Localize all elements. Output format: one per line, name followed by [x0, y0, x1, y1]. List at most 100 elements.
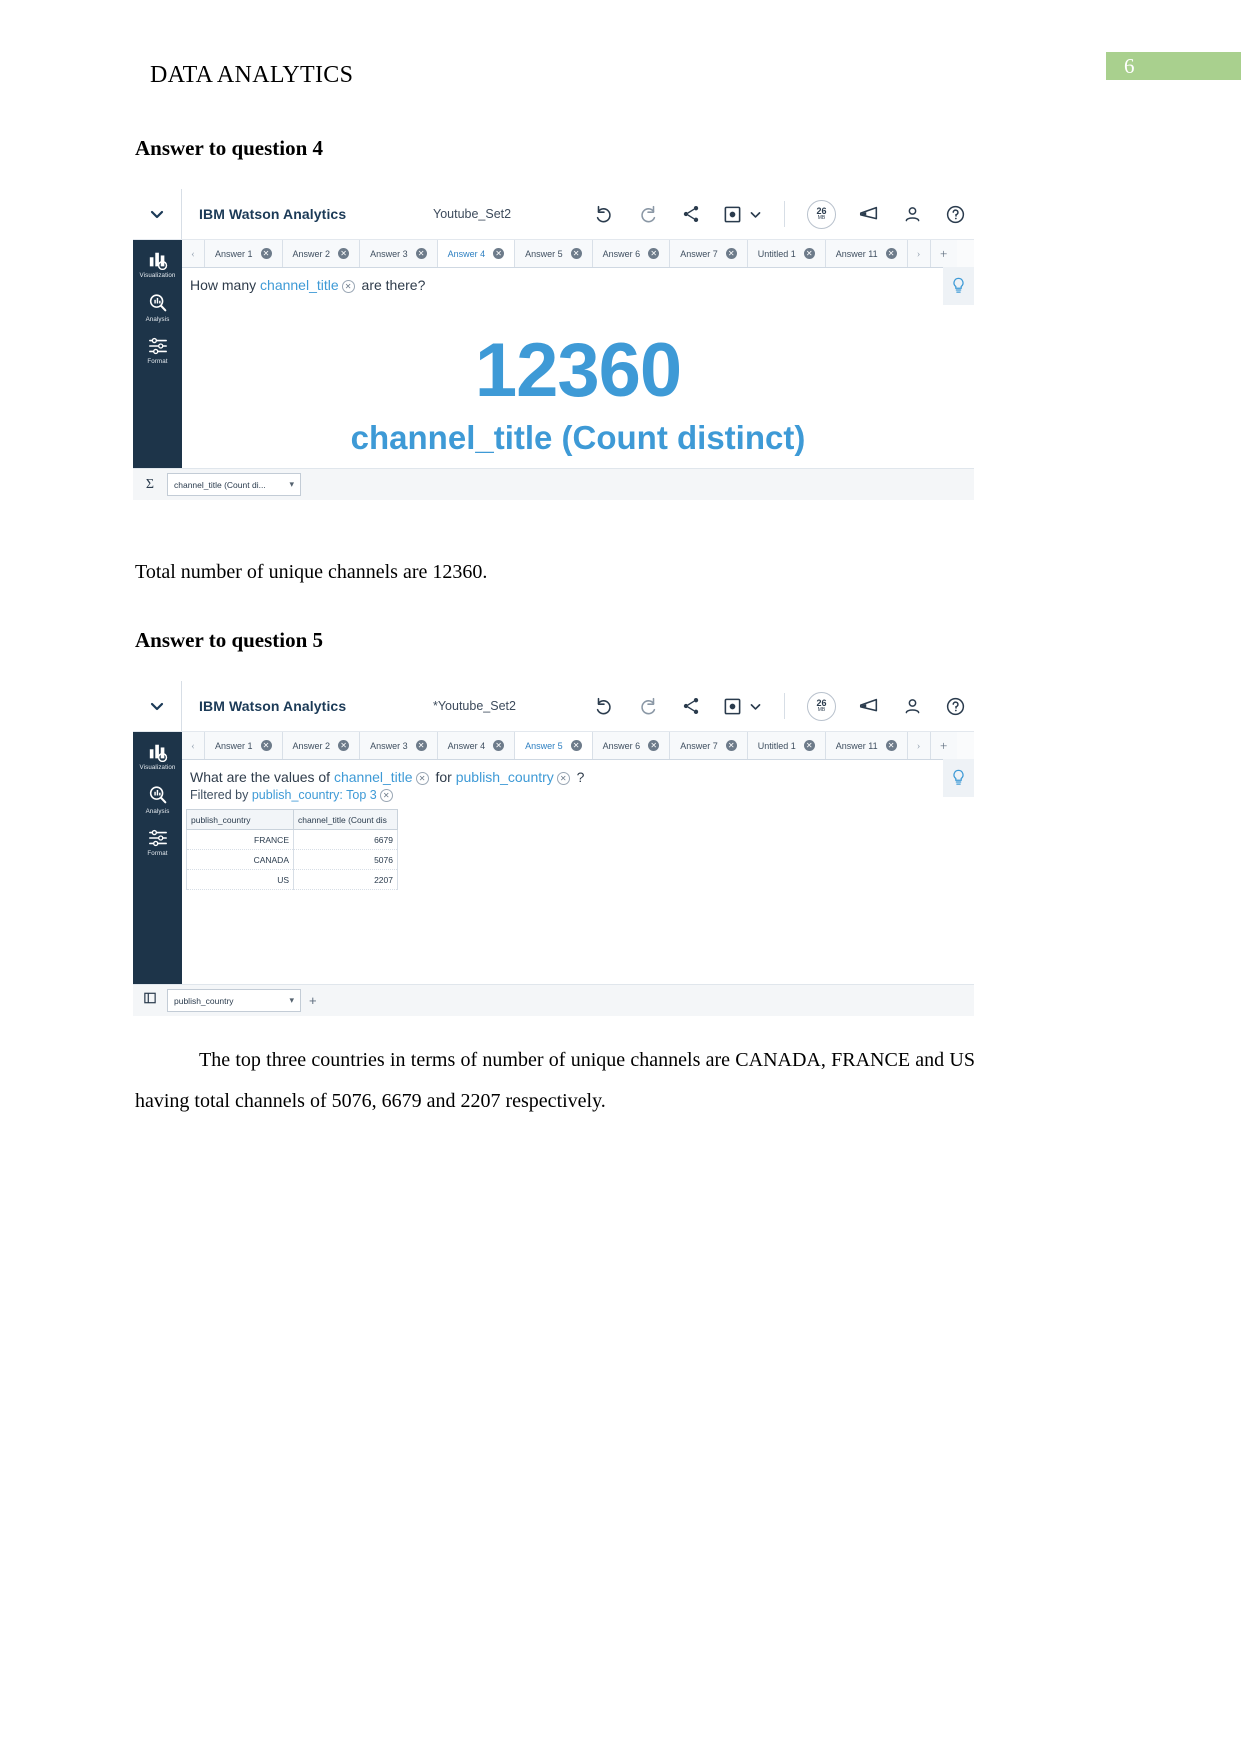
tab-scroll-right-icon[interactable]: ›	[907, 240, 931, 267]
kpi-caption: channel_title (Count distinct)	[350, 419, 806, 456]
tab-label: Answer 11	[835, 740, 878, 751]
table-row[interactable]: US 2207	[186, 869, 398, 890]
rail-item-analysis[interactable]: Analysis	[133, 292, 182, 323]
filter-token[interactable]: publish_country: Top 3	[252, 788, 377, 802]
question-token-channel-title[interactable]: channel_title	[260, 277, 339, 293]
tab-answer-5[interactable]: Answer 5 ✕	[515, 732, 593, 759]
tab-untitled-1[interactable]: Untitled 1 ✕	[747, 240, 826, 267]
save-icon[interactable]	[723, 205, 742, 224]
tab-close-icon[interactable]: ✕	[260, 248, 272, 259]
rail-label: Visualization	[139, 764, 176, 771]
token-remove-icon[interactable]: ✕	[341, 280, 355, 293]
tab-close-icon[interactable]: ✕	[338, 248, 350, 259]
megaphone-icon[interactable]	[858, 203, 880, 225]
tab-answer-6[interactable]: Answer 6 ✕	[592, 732, 671, 759]
tab-label: Answer 2	[292, 248, 331, 259]
chevron-down-icon[interactable]	[749, 208, 762, 221]
share-icon[interactable]	[681, 204, 701, 224]
tab-close-icon[interactable]: ✕	[885, 248, 897, 259]
insight-bulb-button[interactable]	[943, 759, 974, 797]
tab-close-icon[interactable]: ✕	[803, 248, 815, 259]
save-icon[interactable]	[723, 697, 742, 716]
token-remove-icon[interactable]: ✕	[415, 772, 429, 785]
tab-answer-1[interactable]: Answer 1 ✕	[205, 240, 283, 267]
chevron-down-icon[interactable]	[749, 700, 762, 713]
share-icon[interactable]	[681, 696, 701, 716]
undo-icon[interactable]	[593, 695, 615, 717]
rail-item-format[interactable]: Format	[133, 828, 182, 857]
rail-item-visualization[interactable]: Visualization	[133, 742, 182, 771]
tab-answer-3[interactable]: Answer 3 ✕	[360, 732, 438, 759]
add-tab-icon[interactable]: +	[930, 732, 957, 759]
tab-close-icon[interactable]: ✕	[648, 248, 660, 259]
insight-bulb-button[interactable]	[943, 267, 974, 305]
footer-field-pill-1[interactable]: channel_title (Count di... ▾	[167, 473, 301, 496]
add-field-icon[interactable]: +	[309, 993, 317, 1008]
tab-close-icon[interactable]: ✕	[493, 740, 505, 751]
rail-item-analysis[interactable]: Analysis	[133, 784, 182, 815]
question-prefix: What are the values of	[190, 769, 331, 785]
table-row[interactable]: CANADA 5076	[186, 849, 398, 870]
rail-item-format[interactable]: Format	[133, 336, 182, 365]
table-row[interactable]: FRANCE 6679	[186, 829, 398, 850]
tab-scroll-right-icon[interactable]: ›	[907, 732, 931, 759]
column-header-channel-title-count[interactable]: channel_title (Count dis	[293, 809, 398, 830]
undo-icon[interactable]	[593, 203, 615, 225]
toolbar-divider	[181, 189, 182, 239]
tab-close-icon[interactable]: ✕	[570, 740, 582, 751]
paragraph-q4: Total number of unique channels are 1236…	[135, 561, 488, 583]
tab-close-icon[interactable]: ✕	[725, 248, 737, 259]
tab-label: Answer 6	[602, 740, 641, 751]
rail-item-visualization[interactable]: Visualization	[133, 250, 182, 279]
tab-answer-5[interactable]: Answer 5 ✕	[515, 240, 593, 267]
chevron-down-icon[interactable]: ▾	[289, 479, 294, 490]
tab-answer-2[interactable]: Answer 2 ✕	[282, 240, 361, 267]
tab-scroll-left-icon[interactable]: ‹	[182, 732, 205, 759]
storage-badge[interactable]: 26 MB	[807, 691, 836, 721]
user-icon[interactable]	[902, 696, 923, 717]
tab-answer-3[interactable]: Answer 3 ✕	[360, 240, 438, 267]
tab-close-icon[interactable]: ✕	[725, 740, 737, 751]
redo-icon[interactable]	[637, 203, 659, 225]
chevron-down-icon[interactable]: ▾	[289, 995, 294, 1006]
tab-untitled-1[interactable]: Untitled 1 ✕	[747, 732, 826, 759]
menu-chevron-icon[interactable]	[133, 698, 181, 714]
footer-field-pill-2[interactable]: publish_country ▾	[167, 989, 301, 1012]
tab-close-icon[interactable]: ✕	[260, 740, 272, 751]
tab-close-icon[interactable]: ✕	[493, 248, 505, 259]
column-header-publish-country[interactable]: publish_country	[186, 809, 294, 830]
watson-screenshot-q4: IBM Watson Analytics Youtube_Set2 26 MB …	[133, 189, 974, 500]
kpi-value: 12360	[474, 328, 682, 413]
tab-answer-1[interactable]: Answer 1 ✕	[205, 732, 283, 759]
tab-answer-4[interactable]: Answer 4 ✕	[437, 240, 516, 267]
token-remove-icon[interactable]: ✕	[556, 772, 570, 785]
redo-icon[interactable]	[637, 695, 659, 717]
question-token-publish-country[interactable]: publish_country	[456, 769, 554, 785]
tab-close-icon[interactable]: ✕	[885, 740, 897, 751]
tab-answer-7[interactable]: Answer 7 ✕	[670, 240, 748, 267]
storage-badge[interactable]: 26 MB	[807, 199, 836, 229]
tab-close-icon[interactable]: ✕	[415, 248, 427, 259]
megaphone-icon[interactable]	[858, 695, 880, 717]
tab-close-icon[interactable]: ✕	[648, 740, 660, 751]
menu-chevron-icon[interactable]	[133, 206, 181, 222]
tab-close-icon[interactable]: ✕	[338, 740, 350, 751]
help-icon[interactable]	[945, 696, 966, 717]
tab-answer-7[interactable]: Answer 7 ✕	[670, 732, 748, 759]
tab-answer-11[interactable]: Answer 11 ✕	[825, 732, 908, 759]
tab-close-icon[interactable]: ✕	[803, 740, 815, 751]
tab-answer-2[interactable]: Answer 2 ✕	[282, 732, 361, 759]
tab-close-icon[interactable]: ✕	[415, 740, 427, 751]
tab-scroll-left-icon[interactable]: ‹	[182, 240, 205, 267]
rail-label: Format	[147, 850, 168, 857]
tab-answer-4[interactable]: Answer 4 ✕	[437, 732, 516, 759]
question-token-channel-title[interactable]: channel_title	[334, 769, 413, 785]
help-icon[interactable]	[945, 204, 966, 225]
add-tab-icon[interactable]: +	[930, 240, 957, 267]
filter-remove-icon[interactable]: ✕	[379, 789, 393, 802]
tab-answer-6[interactable]: Answer 6 ✕	[592, 240, 671, 267]
tab-strip-1: ‹ Answer 1 ✕ Answer 2 ✕ Answer 3 ✕ Answer 4…	[182, 240, 974, 268]
tab-answer-11[interactable]: Answer 11 ✕	[825, 240, 908, 267]
tab-close-icon[interactable]: ✕	[570, 248, 582, 259]
user-icon[interactable]	[902, 204, 923, 225]
